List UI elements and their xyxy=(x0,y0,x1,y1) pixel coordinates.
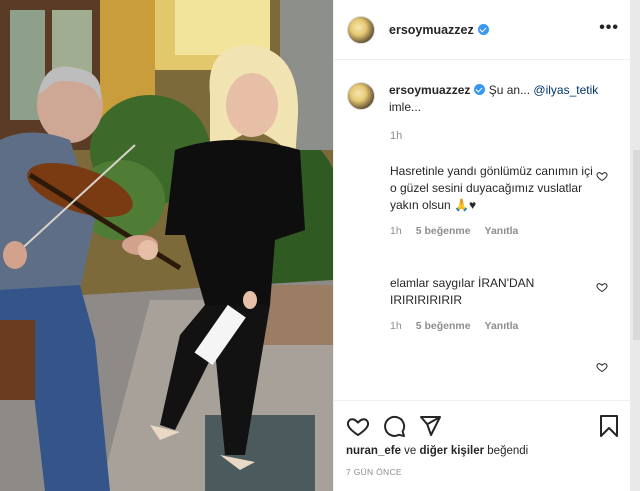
likes-summary: nuran_efe ve diğer kişiler beğendi xyxy=(346,445,529,457)
comment-item: Hasretinle yandı gönlümüz canımın içi o … xyxy=(390,163,600,240)
post-media[interactable] xyxy=(0,0,333,491)
bookmark-icon[interactable] xyxy=(597,414,621,438)
post-header: ersoymuazzez ••• xyxy=(334,0,631,60)
caption-username[interactable]: ersoymuazzez xyxy=(389,83,470,97)
share-icon[interactable] xyxy=(418,414,442,438)
comment-text: Hasretinle yandı gönlümüz canımın içi o … xyxy=(390,164,593,212)
reply-button[interactable]: Yanıtla xyxy=(485,223,519,240)
author-username[interactable]: ersoymuazzez xyxy=(389,23,489,37)
background-strip xyxy=(630,0,640,491)
more-options-button[interactable]: ••• xyxy=(599,20,619,36)
reply-button[interactable]: Yanıtla xyxy=(485,318,519,335)
verified-badge-icon xyxy=(477,23,489,35)
caption-timestamp[interactable]: 1h xyxy=(390,130,402,142)
post-photo xyxy=(0,0,333,491)
comment-like-heart-icon[interactable] xyxy=(596,361,608,373)
comment-item: elamlar saygılar İRAN'DAN IRIRIRIRIRIR 1… xyxy=(390,275,600,335)
caption-avatar[interactable] xyxy=(347,82,375,110)
comment-like-heart-icon[interactable] xyxy=(596,170,608,182)
comment-text: elamlar saygılar İRAN'DAN IRIRIRIRIRIR xyxy=(390,276,535,307)
caption-text-start: Şu an... xyxy=(485,83,534,97)
post-caption: ersoymuazzez Şu an... @ilyas_tetik imle.… xyxy=(347,82,617,116)
comment-icon[interactable] xyxy=(382,414,406,438)
post-date[interactable]: 7 GÜN ÖNCE xyxy=(346,467,402,477)
author-avatar[interactable] xyxy=(347,15,375,44)
liker-username[interactable]: nuran_efe xyxy=(346,445,401,457)
post-side-panel: ersoymuazzez ••• ersoymuazzez Şu an... @… xyxy=(333,0,631,491)
comment-likes[interactable]: 5 beğenme xyxy=(416,223,471,240)
verified-badge-icon xyxy=(474,84,486,95)
other-likers-link[interactable]: diğer kişiler xyxy=(420,445,485,457)
caption-text-end: imle... xyxy=(389,100,422,114)
comment-likes[interactable]: 5 beğenme xyxy=(416,318,471,335)
comment-time[interactable]: 1h xyxy=(390,318,402,335)
comment-time[interactable]: 1h xyxy=(390,223,402,240)
comment-like-heart-icon[interactable] xyxy=(596,281,608,293)
heart-icon[interactable] xyxy=(346,414,370,438)
caption-mention-link[interactable]: @ilyas_tetik xyxy=(533,83,598,97)
